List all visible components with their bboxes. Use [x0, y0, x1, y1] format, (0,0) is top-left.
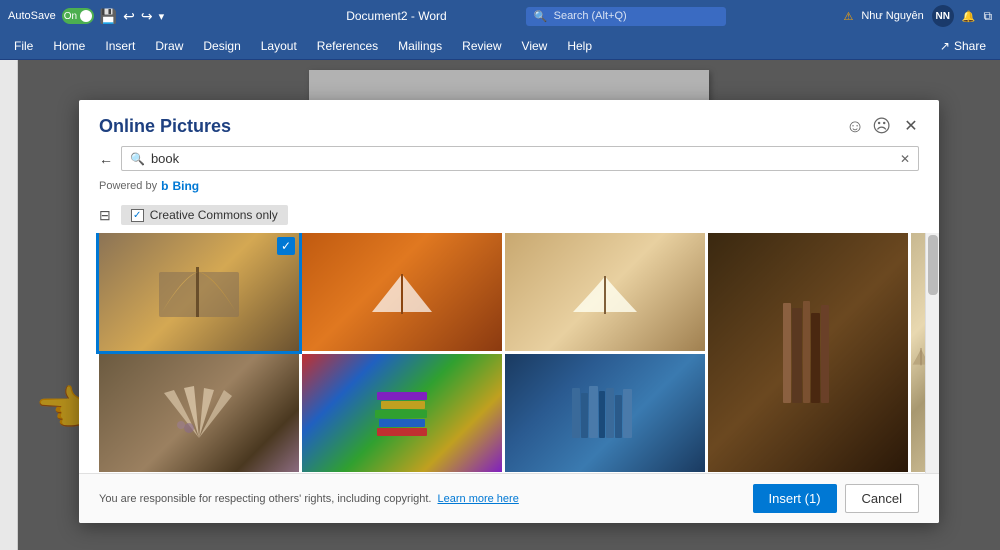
menu-view[interactable]: View	[512, 35, 558, 57]
bing-icon: b	[161, 179, 168, 193]
scrollbar-thumb[interactable]	[928, 235, 938, 295]
frown-icon[interactable]: ☹	[872, 116, 891, 137]
image-grid-container: ✓	[79, 233, 939, 473]
autosave-toggle[interactable]: On	[62, 8, 94, 24]
share-button[interactable]: ↗ Share	[930, 36, 996, 56]
redo-icon[interactable]: ↪	[141, 8, 153, 25]
smiley-icon[interactable]: ☺	[846, 116, 864, 137]
powered-by-row: Powered by b Bing	[79, 177, 939, 201]
search-placeholder: Search (Alt+Q)	[554, 10, 627, 22]
menu-help[interactable]: Help	[557, 35, 602, 57]
image-7-placeholder	[505, 354, 705, 472]
titlebar-search-box[interactable]: 🔍 Search (Alt+Q)	[526, 7, 726, 26]
menu-design[interactable]: Design	[193, 35, 250, 57]
filter-row: ⊟ ✓ Creative Commons only	[79, 201, 939, 233]
colorful-books-svg	[367, 383, 437, 443]
undo-icon[interactable]: ↩	[123, 8, 135, 25]
modal-overlay: Online Pictures ☺ ☹ ✕ ← 🔍 ✕	[18, 60, 1000, 550]
menu-mailings[interactable]: Mailings	[388, 35, 452, 57]
back-button[interactable]: ←	[99, 151, 113, 167]
image-item-2[interactable]	[302, 233, 502, 351]
image-1-placeholder	[99, 233, 299, 351]
menu-references[interactable]: References	[307, 35, 388, 57]
online-pictures-modal: Online Pictures ☺ ☹ ✕ ← 🔍 ✕	[79, 100, 939, 523]
footer-buttons: Insert (1) Cancel	[753, 484, 919, 513]
shelf-svg	[570, 383, 640, 443]
menu-home[interactable]: Home	[43, 35, 95, 57]
selected-checkmark: ✓	[277, 237, 295, 255]
image-item-5[interactable]	[99, 354, 299, 472]
book-svg-3	[565, 262, 645, 322]
image-6-placeholder	[302, 354, 502, 472]
cancel-button[interactable]: Cancel	[845, 484, 919, 513]
search-row: ← 🔍 ✕	[79, 146, 939, 177]
filter-icon[interactable]: ⊟	[99, 207, 111, 224]
save-icon[interactable]: 💾	[100, 8, 117, 25]
learn-more-link[interactable]: Learn more here	[438, 493, 519, 505]
share-icon: ↗	[940, 39, 950, 53]
image-item-1[interactable]: ✓	[99, 233, 299, 351]
vertical-scrollbar[interactable]	[925, 233, 939, 473]
titlebar: AutoSave On 💾 ↩ ↪ ▾ Document2 - Word 🔍 S…	[0, 0, 1000, 32]
restore-icon[interactable]: ⧉	[983, 9, 992, 24]
footer-text: You are responsible for respecting other…	[99, 493, 432, 505]
modal-title: Online Pictures	[99, 116, 231, 137]
modal-header-icons: ☺ ☹ ✕	[846, 114, 923, 138]
word-area: 👉 Online Pictures ☺ ☹ ✕ ←	[0, 60, 1000, 550]
modal-header: Online Pictures ☺ ☹ ✕	[79, 100, 939, 146]
image-item-6[interactable]	[302, 354, 502, 472]
powered-by-text: Powered by	[99, 180, 157, 192]
creative-commons-checkbox[interactable]: ✓	[131, 209, 144, 222]
toggle-dot	[80, 10, 92, 22]
search-clear-button[interactable]: ✕	[900, 152, 910, 166]
menu-draw[interactable]: Draw	[145, 35, 193, 57]
close-button[interactable]: ✕	[899, 114, 923, 138]
document-name: Document2 - Word	[346, 9, 446, 23]
image-5-placeholder	[99, 354, 299, 472]
user-avatar[interactable]: NN	[932, 5, 954, 27]
share-label: Share	[954, 39, 986, 53]
creative-commons-label: Creative Commons only	[150, 208, 278, 222]
search-icon: 🔍	[534, 10, 548, 23]
menu-insert[interactable]: Insert	[95, 35, 145, 57]
titlebar-center: Document2 - Word	[267, 9, 526, 23]
book-svg-1	[154, 257, 244, 327]
ribbon-menu: File Home Insert Draw Design Layout Refe…	[0, 32, 1000, 60]
warning-icon: ⚠	[843, 10, 853, 23]
vertical-ruler	[0, 60, 18, 550]
titlebar-right: ⚠ Như Nguyên NN 🔔 ⧉	[733, 5, 992, 27]
autosave-label: AutoSave	[8, 10, 56, 22]
customize-icon[interactable]: ▾	[159, 10, 165, 23]
bell-icon[interactable]: 🔔	[962, 10, 976, 23]
book-fan-svg	[159, 383, 239, 443]
image-item-7[interactable]	[505, 354, 705, 472]
menu-file[interactable]: File	[4, 35, 43, 57]
image-4-placeholder	[708, 233, 908, 472]
image-2-placeholder	[302, 233, 502, 351]
image-grid: ✓	[99, 233, 931, 472]
autosave-state: On	[64, 11, 77, 22]
insert-button[interactable]: Insert (1)	[753, 484, 837, 513]
search-icon: 🔍	[130, 152, 145, 166]
books-svg-4	[778, 293, 838, 413]
image-item-3[interactable]	[505, 233, 705, 351]
image-item-4[interactable]	[708, 233, 908, 472]
user-name: Như Nguyên	[861, 10, 923, 22]
image-3-placeholder	[505, 233, 705, 351]
search-box[interactable]: 🔍 ✕	[121, 146, 919, 171]
menu-layout[interactable]: Layout	[251, 35, 307, 57]
search-input[interactable]	[151, 151, 894, 166]
titlebar-search-area: 🔍 Search (Alt+Q)	[526, 7, 733, 26]
creative-commons-filter[interactable]: ✓ Creative Commons only	[121, 205, 288, 225]
bing-logo: Bing	[172, 179, 199, 193]
menu-review[interactable]: Review	[452, 35, 511, 57]
book-svg-2	[362, 262, 442, 322]
modal-footer: You are responsible for respecting other…	[79, 473, 939, 523]
document-area: 👉 Online Pictures ☺ ☹ ✕ ←	[18, 60, 1000, 550]
titlebar-left: AutoSave On 💾 ↩ ↪ ▾	[8, 8, 267, 25]
